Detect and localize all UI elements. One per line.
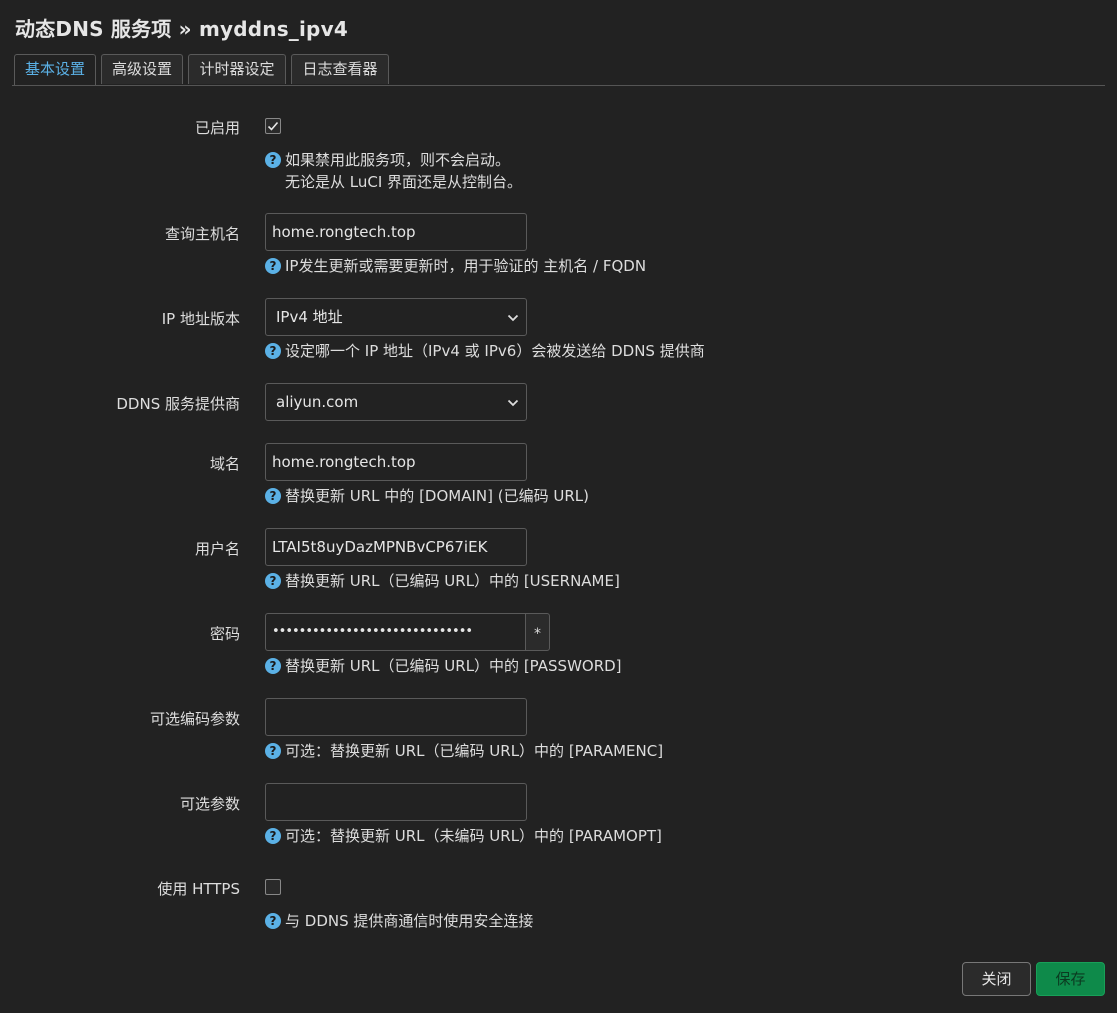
domain-input[interactable]: home.rongtech.top (265, 443, 527, 481)
ip-version-selected: IPv4 地址 (276, 308, 343, 326)
use-https-help-text: 与 DDNS 提供商通信时使用安全连接 (285, 912, 534, 930)
tab-timer-settings[interactable]: 计时器设定 (188, 54, 286, 84)
use-https-help: ? 与 DDNS 提供商通信时使用安全连接 (265, 910, 533, 932)
ip-version-select[interactable]: IPv4 地址 (265, 298, 527, 336)
help-icon: ? (265, 258, 281, 274)
service-select[interactable]: aliyun.com (265, 383, 527, 421)
domain-label: 域名 (209, 455, 240, 473)
param-opt-input[interactable] (265, 783, 527, 821)
param-enc-input[interactable] (265, 698, 527, 736)
param-enc-help: ? 可选：替换更新 URL（已编码 URL）中的 [PARAMENC] (265, 740, 663, 762)
lookup-host-help: ? IP发生更新或需要更新时，用于验证的 主机名 / FQDN (265, 255, 646, 277)
enabled-help-line1: 如果禁用此服务项，则不会启动。 (285, 151, 511, 169)
checkmark-icon (267, 121, 279, 131)
help-icon: ? (265, 343, 281, 359)
save-button[interactable]: 保存 (1036, 962, 1105, 996)
enabled-checkbox[interactable] (265, 118, 281, 134)
tab-basic-settings[interactable]: 基本设置 (14, 54, 96, 85)
chevron-down-icon (507, 314, 519, 322)
help-icon: ? (265, 488, 281, 504)
enabled-help-line2: 无论是从 LuCI 界面还是从控制台。 (285, 173, 523, 191)
page-title: 动态DNS 服务项 » myddns_ipv4 (15, 17, 348, 41)
help-icon: ? (265, 658, 281, 674)
service-label: DDNS 服务提供商 (116, 395, 240, 413)
ip-version-label: IP 地址版本 (161, 310, 240, 328)
tab-log-viewer[interactable]: 日志查看器 (291, 54, 389, 84)
help-icon: ? (265, 152, 281, 168)
ip-version-help: ? 设定哪一个 IP 地址（IPv4 或 IPv6）会被发送给 DDNS 提供商 (265, 340, 705, 362)
username-label: 用户名 (194, 540, 240, 558)
lookup-host-help-text: IP发生更新或需要更新时，用于验证的 主机名 / FQDN (285, 257, 647, 275)
param-opt-help: ? 可选：替换更新 URL（未编码 URL）中的 [PARAMOPT] (265, 825, 662, 847)
lookup-host-label: 查询主机名 (164, 225, 240, 243)
param-opt-label: 可选参数 (179, 795, 240, 813)
param-enc-help-text: 可选：替换更新 URL（已编码 URL）中的 [PARAMENC] (285, 742, 664, 760)
help-icon: ? (265, 743, 281, 759)
password-help: ? 替换更新 URL（已编码 URL）中的 [PASSWORD] (265, 655, 622, 677)
help-icon: ? (265, 828, 281, 844)
reveal-password-button[interactable]: * (525, 613, 550, 651)
close-button[interactable]: 关闭 (962, 962, 1031, 996)
chevron-down-icon (507, 399, 519, 407)
tab-advanced-settings[interactable]: 高级设置 (101, 54, 183, 84)
username-help: ? 替换更新 URL（已编码 URL）中的 [USERNAME] (265, 570, 620, 592)
tab-bar: 基本设置 高级设置 计时器设定 日志查看器 (12, 54, 1105, 86)
password-label: 密码 (209, 625, 240, 643)
param-enc-label: 可选编码参数 (149, 710, 240, 728)
ip-version-help-text: 设定哪一个 IP 地址（IPv4 或 IPv6）会被发送给 DDNS 提供商 (285, 342, 705, 360)
lookup-host-input[interactable]: home.rongtech.top (265, 213, 527, 251)
service-selected: aliyun.com (276, 393, 359, 411)
domain-help-text: 替换更新 URL 中的 [DOMAIN] (已编码 URL) (285, 487, 589, 505)
password-help-text: 替换更新 URL（已编码 URL）中的 [PASSWORD] (285, 657, 622, 675)
enabled-label: 已启用 (194, 119, 240, 137)
help-icon: ? (265, 573, 281, 589)
help-icon: ? (265, 913, 281, 929)
use-https-label: 使用 HTTPS (157, 880, 240, 898)
password-input[interactable]: •••••••••••••••••••••••••••••• (265, 613, 526, 651)
enabled-help: ? 如果禁用此服务项，则不会启动。 无论是从 LuCI 界面还是从控制台。 (265, 149, 522, 193)
use-https-checkbox[interactable] (265, 879, 281, 895)
domain-help: ? 替换更新 URL 中的 [DOMAIN] (已编码 URL) (265, 485, 589, 507)
username-help-text: 替换更新 URL（已编码 URL）中的 [USERNAME] (285, 572, 620, 590)
param-opt-help-text: 可选：替换更新 URL（未编码 URL）中的 [PARAMOPT] (285, 827, 662, 845)
username-input[interactable]: LTAI5t8uyDazMPNBvCP67iEK (265, 528, 527, 566)
